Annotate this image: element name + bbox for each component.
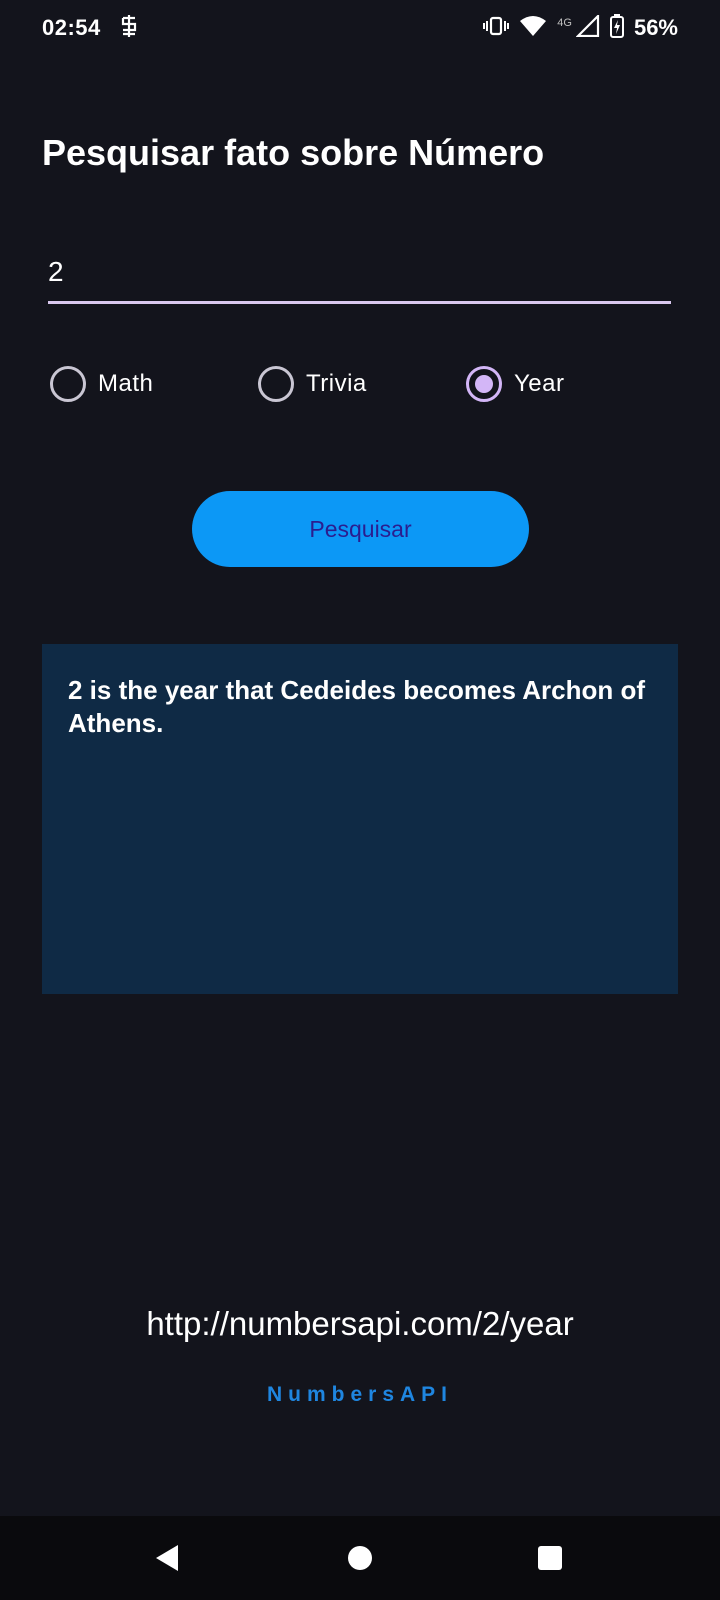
recents-icon[interactable] xyxy=(534,1542,566,1574)
fact-type-radio-group: Math Trivia Year xyxy=(50,366,670,408)
home-icon[interactable] xyxy=(344,1542,376,1574)
page-title: Pesquisar fato sobre Número xyxy=(42,132,545,173)
radio-option-year[interactable]: Year xyxy=(466,366,565,402)
radio-label-year: Year xyxy=(514,370,565,397)
status-left: 02:54 xyxy=(42,14,139,43)
status-right: 4G 56% xyxy=(483,12,678,43)
brand-label: NumbersAPI xyxy=(266,1383,454,1406)
result-card: 2 is the year that Cedeides becomes Arch… xyxy=(42,644,678,994)
notification-icon xyxy=(119,14,139,43)
radio-button-trivia[interactable] xyxy=(258,366,294,402)
battery-icon xyxy=(609,13,624,43)
radio-label-math: Math xyxy=(98,370,154,397)
status-bar: 02:54 4G 56% xyxy=(0,0,720,56)
radio-button-year[interactable] xyxy=(466,366,502,402)
back-icon[interactable] xyxy=(152,1542,184,1574)
navigation-bar xyxy=(0,1516,720,1600)
vibrate-icon xyxy=(483,15,510,42)
battery-percentage: 56% xyxy=(633,15,678,40)
radio-button-math[interactable] xyxy=(50,366,86,402)
radio-option-math[interactable]: Math xyxy=(50,366,153,402)
search-button[interactable]: Pesquisar xyxy=(192,491,529,567)
api-url: http://numbersapi.com/2/year xyxy=(146,1305,574,1342)
wifi-icon xyxy=(519,15,547,42)
status-time: 02:54 xyxy=(42,15,101,40)
signal-icon xyxy=(575,12,600,42)
app-screen: 02:54 4G 56% Pesquisar fato sobre Número… xyxy=(0,0,720,1600)
result-text: 2 is the year that Cedeides becomes Arch… xyxy=(68,675,645,738)
number-input[interactable] xyxy=(48,252,671,304)
radio-option-trivia[interactable]: Trivia xyxy=(258,366,367,402)
network-type-label: 4G xyxy=(557,17,572,29)
radio-label-trivia: Trivia xyxy=(306,370,367,397)
